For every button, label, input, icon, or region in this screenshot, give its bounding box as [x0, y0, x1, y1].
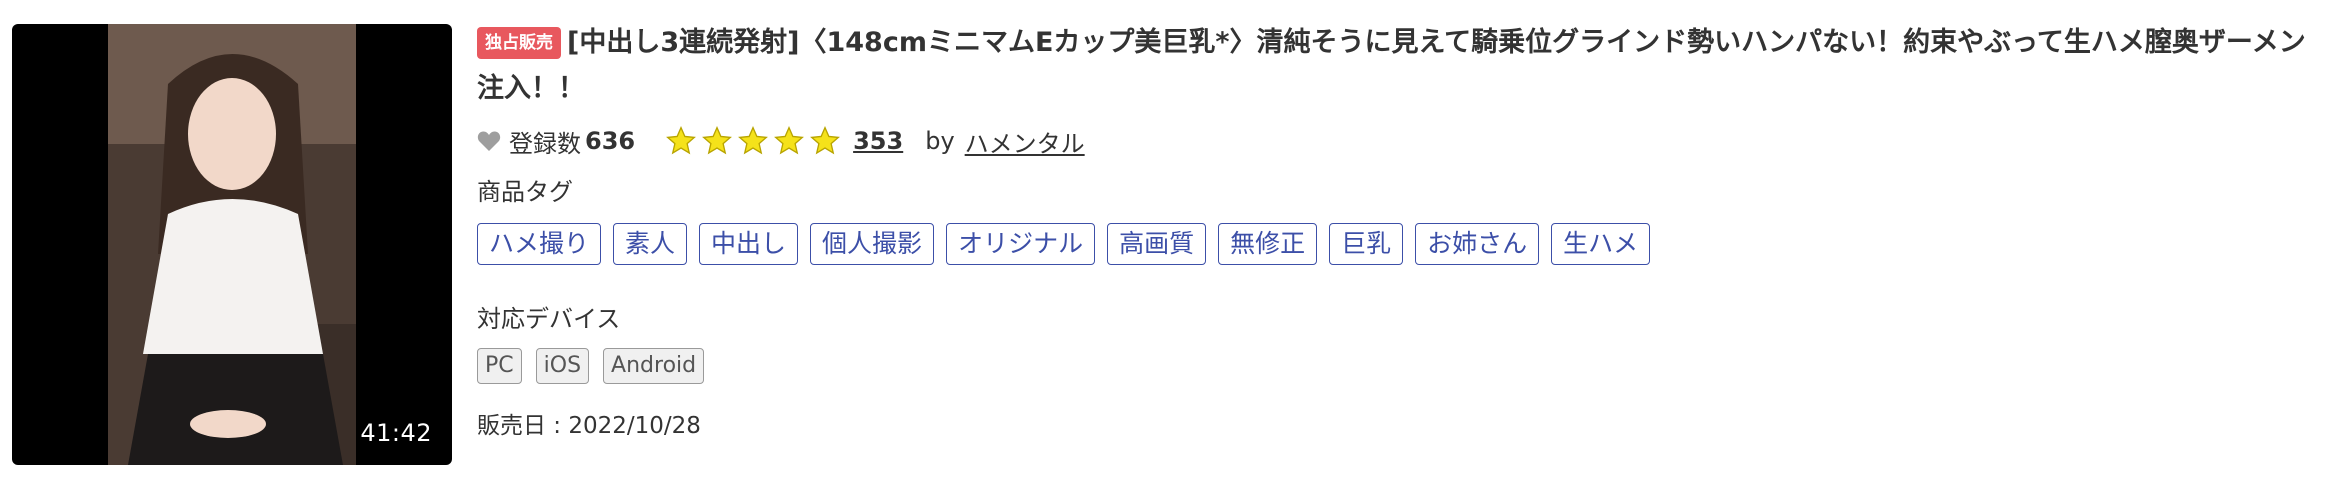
star-icon [810, 126, 841, 155]
tag-mushusei[interactable]: 無修正 [1218, 223, 1318, 265]
thumbnail-image [108, 24, 356, 465]
review-count-link[interactable]: 353 [853, 127, 903, 155]
tag-kyonyu[interactable]: 巨乳 [1329, 223, 1404, 265]
device-badge-ios: iOS [535, 348, 590, 384]
device-badge-pc: PC [477, 348, 522, 384]
tags-section-label: 商品タグ [477, 178, 573, 206]
tag-kogashitsu[interactable]: 高画質 [1107, 223, 1207, 265]
tag-hamedori[interactable]: ハメ撮り [477, 223, 602, 265]
release-date: 販売日 : 2022/10/28 [477, 413, 701, 439]
star-icon [738, 126, 769, 155]
product-title[interactable]: [中出し3連続発射]〈148cmミニマムEカップ美巨乳*〉清純そうに見えて騎乗位… [477, 27, 2306, 104]
tag-oneesan[interactable]: お姉さん [1415, 223, 1540, 265]
tag-kojin-satsuei[interactable]: 個人撮影 [810, 223, 935, 265]
heart-icon[interactable] [477, 130, 501, 152]
exclusive-badge: 独占販売 [477, 27, 561, 59]
product-meta: 登録数 636 353 by ハメンタル [477, 122, 2317, 160]
device-badge-android: Android [603, 348, 705, 384]
video-thumbnail[interactable]: 41:42 [12, 24, 452, 465]
by-label: by [925, 127, 955, 155]
device-list: PC iOS Android [477, 348, 2317, 384]
favorites-count: 636 [585, 127, 636, 155]
star-icon [702, 126, 733, 155]
product-title-row: 独占販売 [中出し3連続発射]〈148cmミニマムEカップ美巨乳*〉清純そうに見え… [477, 20, 2317, 112]
product-info: 独占販売 [中出し3連続発射]〈148cmミニマムEカップ美巨乳*〉清純そうに見え… [477, 24, 2317, 440]
star-icon [774, 126, 805, 155]
tag-namahame[interactable]: 生ハメ [1551, 223, 1651, 265]
author-link[interactable]: ハメンタル [965, 124, 1085, 159]
tag-nakadashi[interactable]: 中出し [699, 223, 799, 265]
video-duration: 41:42 [360, 419, 432, 447]
rating-stars [665, 125, 845, 157]
favorites-label: 登録数 [509, 129, 581, 158]
star-icon [666, 126, 697, 155]
tag-shirouto[interactable]: 素人 [613, 223, 688, 265]
tag-original[interactable]: オリジナル [946, 223, 1096, 265]
devices-section-label: 対応デバイス [477, 305, 621, 333]
tag-list: ハメ撮り 素人 中出し 個人撮影 オリジナル 高画質 無修正 巨乳 お姉さん 生… [477, 223, 2317, 265]
